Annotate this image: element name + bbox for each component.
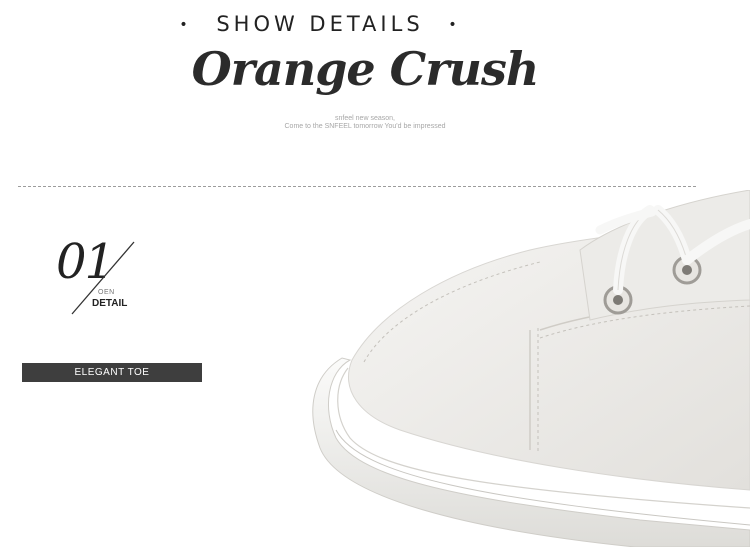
section-heading-text: SHOW DETAILS [216, 12, 424, 36]
dashed-divider [18, 186, 696, 187]
detail-small-text: OEN [98, 289, 115, 296]
bullet-right: • [448, 17, 461, 33]
white-sneaker-toe-photo [312, 190, 750, 547]
section-heading: • SHOW DETAILS • [0, 12, 640, 36]
subtitle-line-1: snfeel new season, [335, 115, 395, 122]
subtitle-line-2: Come to the SNFEEL tomorrow You'd be imp… [284, 123, 446, 130]
bullet-left: • [179, 17, 192, 33]
detail-big-text: DETAIL [92, 298, 128, 309]
feature-badge: ELEGANT TOE [22, 363, 202, 382]
brand-name: Orange Crush [191, 42, 540, 96]
